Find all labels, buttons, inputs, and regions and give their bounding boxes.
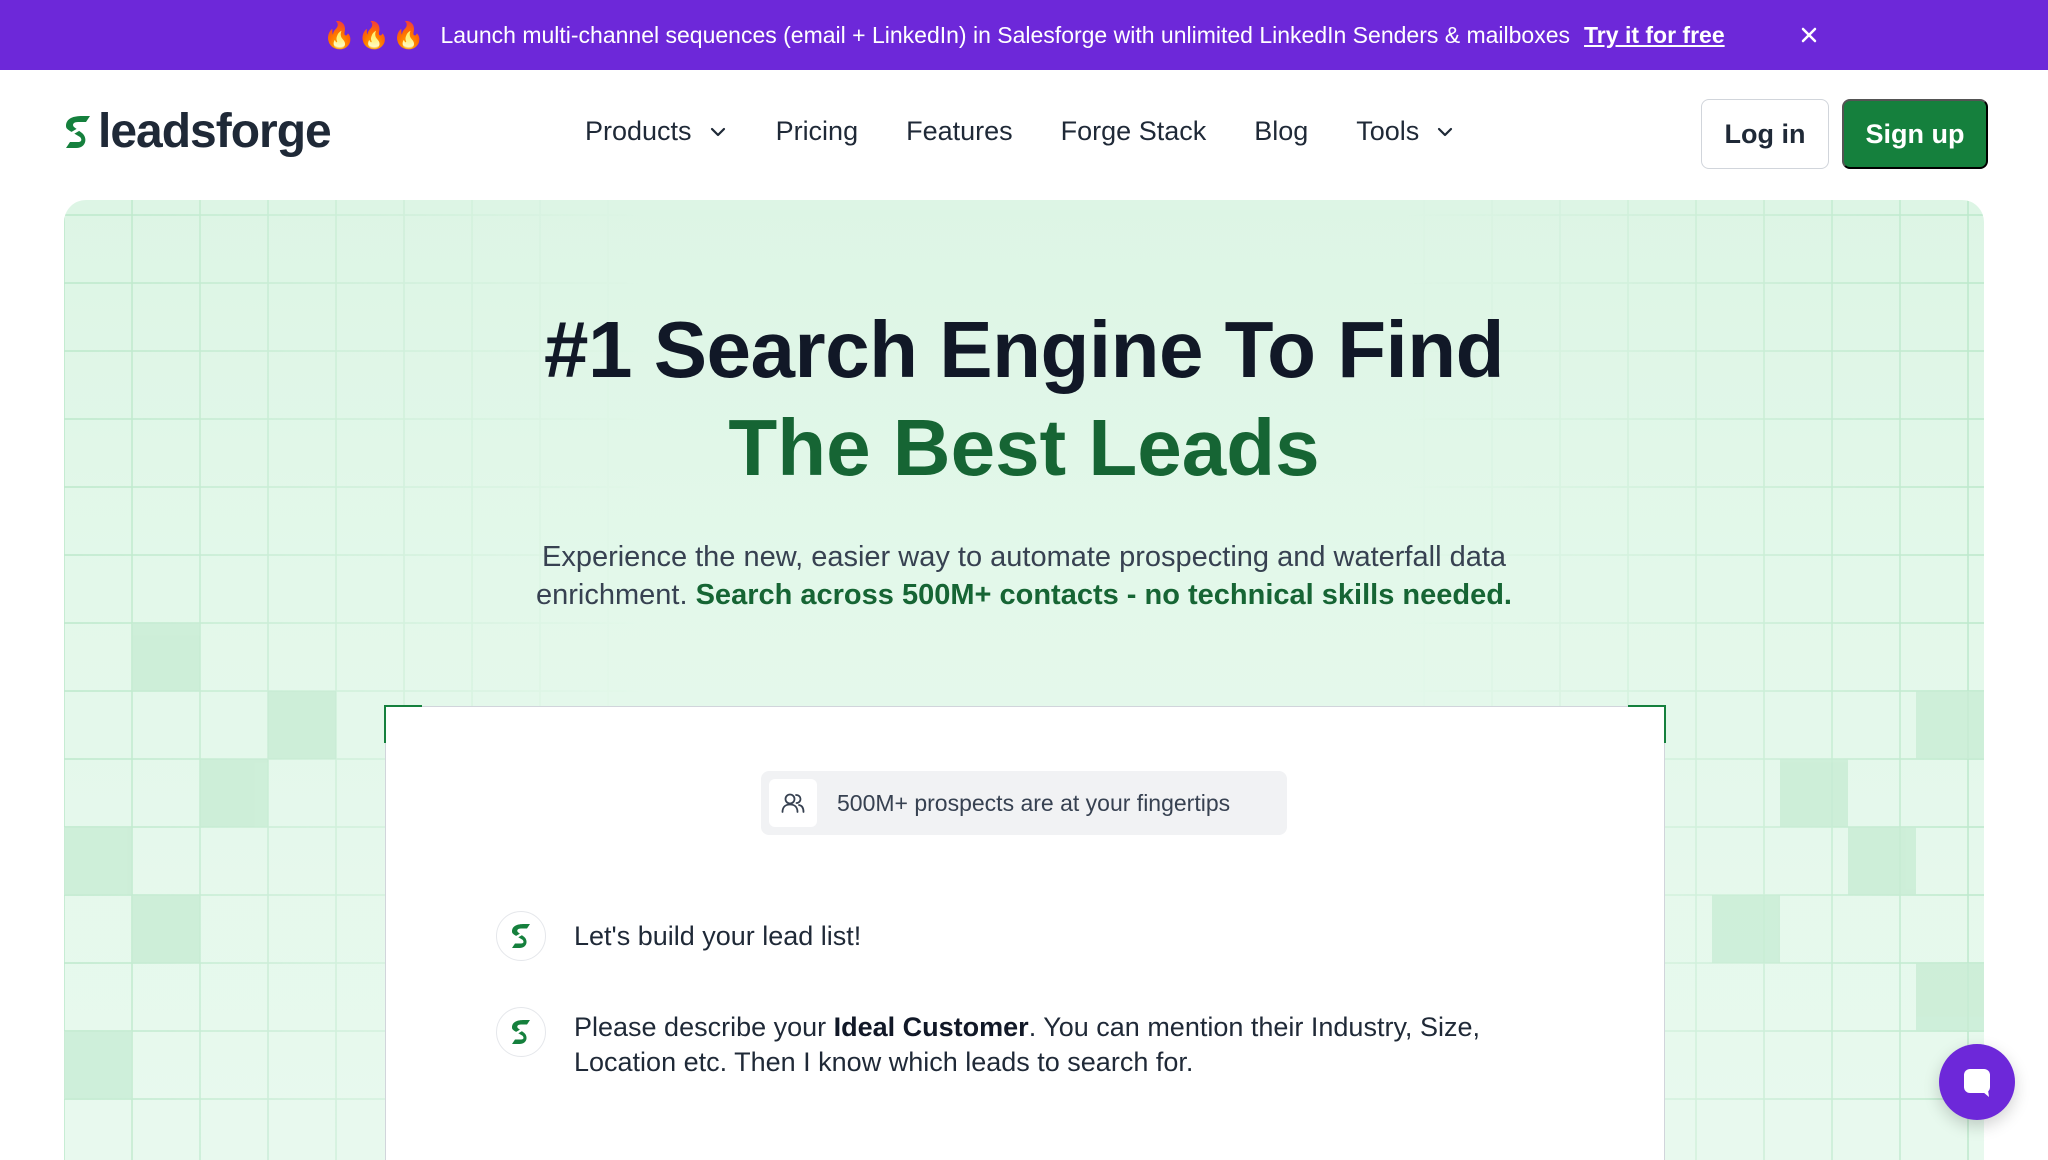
message-pre: Please describe your xyxy=(574,1012,834,1042)
hero-title-line1: #1 Search Engine To Find xyxy=(543,305,1505,394)
leadsforge-logo-icon xyxy=(63,115,90,148)
prospects-chip: 500M+ prospects are at your fingertips xyxy=(761,771,1287,835)
card-corner-accent xyxy=(384,705,422,743)
logo-text: leadsforge xyxy=(98,105,332,158)
nav-label: Tools xyxy=(1356,116,1420,146)
nav-products[interactable]: Products xyxy=(585,116,728,147)
login-button[interactable]: Log in xyxy=(1701,99,1829,169)
signup-button[interactable]: Sign up xyxy=(1842,99,1988,169)
prospects-chip-text: 500M+ prospects are at your fingertips xyxy=(837,789,1231,816)
lead-builder-card: 500M+ prospects are at your fingertips L… xyxy=(384,705,1666,1160)
nav-pricing[interactable]: Pricing xyxy=(776,116,859,147)
message-bold: Ideal Customer xyxy=(833,1012,1029,1042)
chat-widget-button[interactable] xyxy=(1939,1044,2015,1120)
nav-label: Forge Stack xyxy=(1060,116,1207,146)
bot-message-text: Let's build your lead list! xyxy=(574,921,862,951)
nav-label: Products xyxy=(585,116,692,146)
nav-features[interactable]: Features xyxy=(906,116,1013,147)
users-icon xyxy=(769,779,817,827)
bot-message: Please describe your Ideal Customer. You… xyxy=(496,1007,1494,1080)
nav-label: Features xyxy=(906,116,1013,146)
nav-label: Pricing xyxy=(775,116,859,146)
bot-message: Let's build your lead list! xyxy=(496,911,1494,961)
main-nav: Products Pricing Features Forge Stack Bl… xyxy=(585,116,1503,147)
chat-icon xyxy=(1964,1069,1990,1097)
card-corner-accent xyxy=(1628,705,1666,743)
hero-subtitle: Experience the new, easier way to automa… xyxy=(484,538,1564,614)
close-icon[interactable] xyxy=(1796,22,1822,48)
hero-title-line2: The Best Leads xyxy=(728,403,1320,492)
announcement-cta-link[interactable]: Try it for free xyxy=(1584,22,1725,49)
nav-blog[interactable]: Blog xyxy=(1254,116,1308,147)
nav-tools[interactable]: Tools xyxy=(1356,116,1455,147)
hero-subtitle-highlight: Search across 500M+ contacts - no techni… xyxy=(695,579,1512,611)
bot-avatar-icon xyxy=(496,1007,546,1057)
nav-label: Blog xyxy=(1254,116,1309,146)
chevron-down-icon xyxy=(1438,127,1453,136)
nav-forge-stack[interactable]: Forge Stack xyxy=(1061,116,1207,147)
announcement-message: Launch multi-channel sequences (email + … xyxy=(440,21,1571,48)
chevron-down-icon xyxy=(710,127,725,136)
bot-message-text: Please describe your Ideal Customer. You… xyxy=(574,1007,1494,1080)
site-header: leadsforge Products Pricing Features For… xyxy=(0,70,2048,200)
hero-section: #1 Search Engine To Find The Best Leads … xyxy=(64,200,1984,1160)
fire-emojis: 🔥🔥🔥 xyxy=(323,19,427,50)
bot-avatar-icon xyxy=(496,911,546,961)
logo[interactable]: leadsforge xyxy=(60,104,332,159)
announcement-bar: 🔥🔥🔥 Launch multi-channel sequences (emai… xyxy=(0,0,2048,70)
